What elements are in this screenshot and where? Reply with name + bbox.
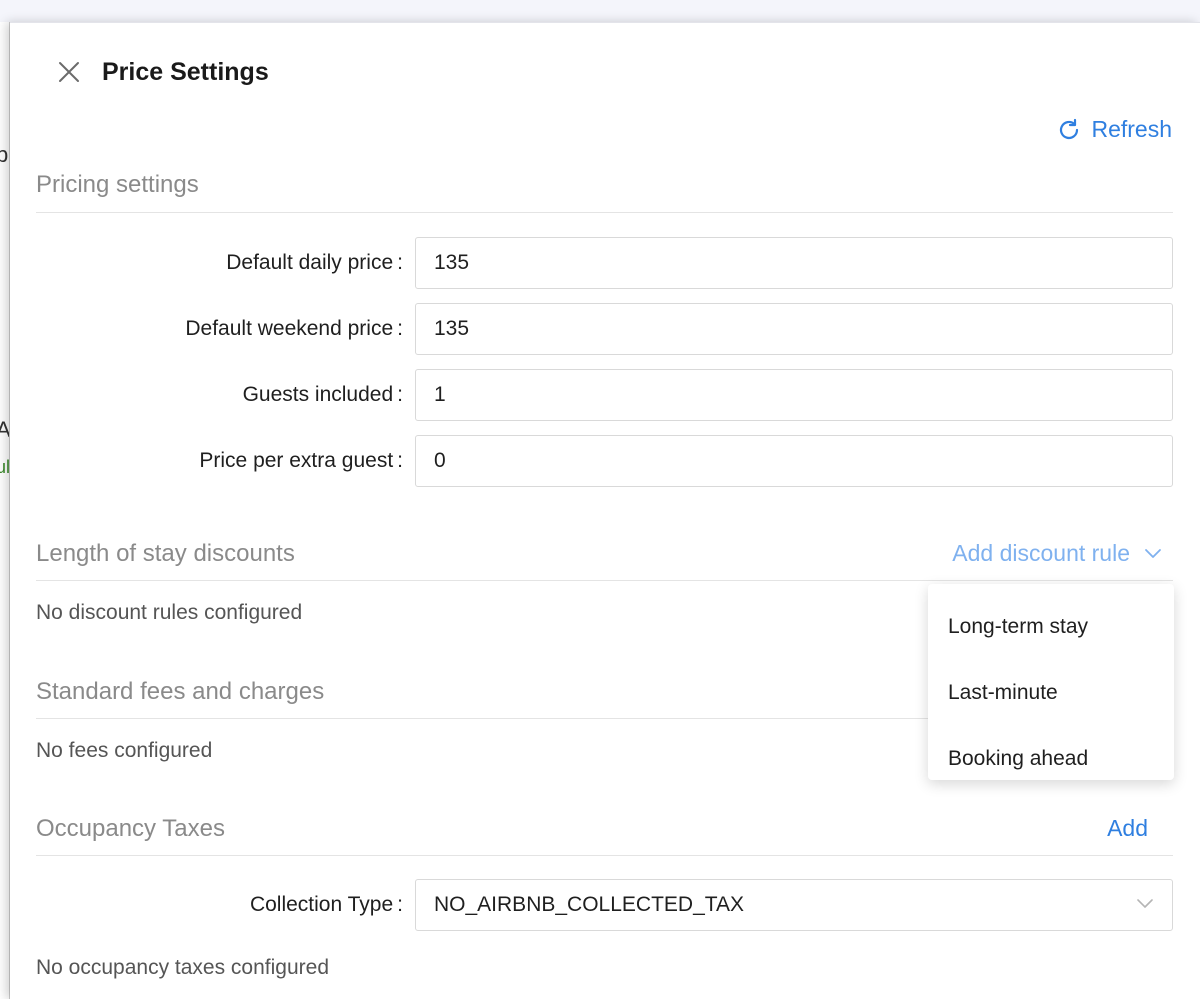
discounts-section-title: Length of stay discounts xyxy=(36,540,295,567)
field-label: Guests included: xyxy=(242,383,403,406)
divider xyxy=(36,212,1173,213)
menu-item-long-term-stay[interactable]: Long-term stay xyxy=(928,594,1174,660)
weekend-price-input[interactable]: 135 xyxy=(415,303,1173,355)
menu-item-last-minute[interactable]: Last-minute xyxy=(928,660,1174,726)
discounts-empty-text: No discount rules configured xyxy=(36,601,303,624)
close-icon xyxy=(59,62,79,82)
form-row-daily-price: Default daily price: 135 xyxy=(10,237,1200,289)
add-discount-rule-label: Add discount rule xyxy=(952,540,1130,566)
field-label: Default daily price: xyxy=(226,251,403,274)
add-tax-button[interactable]: Add xyxy=(1107,815,1148,842)
extra-guest-price-input[interactable]: 0 xyxy=(415,435,1173,487)
chevron-down-icon xyxy=(1145,548,1161,558)
field-label: Price per extra guest: xyxy=(199,449,403,472)
refresh-button[interactable]: Refresh xyxy=(1057,116,1172,143)
guests-included-input[interactable]: 1 xyxy=(415,369,1173,421)
chevron-down-icon xyxy=(1137,899,1153,908)
background-text: ul xyxy=(0,457,10,477)
daily-price-input[interactable]: 135 xyxy=(415,237,1173,289)
form-row-guests-included: Guests included: 1 xyxy=(10,369,1200,421)
background-page: p A ul xyxy=(0,22,10,999)
background-text: p xyxy=(0,142,8,168)
pricing-section-title: Pricing settings xyxy=(36,171,199,198)
add-discount-rule-button[interactable]: Add discount rule xyxy=(952,540,1162,567)
collection-type-select[interactable]: NO_AIRBNB_COLLECTED_TAX xyxy=(415,879,1173,931)
fees-empty-text: No fees configured xyxy=(36,739,213,762)
refresh-icon xyxy=(1060,118,1079,139)
fees-section-title: Standard fees and charges xyxy=(36,678,325,705)
refresh-label: Refresh xyxy=(1091,116,1172,142)
field-label: Collection Type: xyxy=(249,893,403,916)
collection-type-value: NO_AIRBNB_COLLECTED_TAX xyxy=(434,893,745,916)
form-row-extra-guest-price: Price per extra guest: 0 xyxy=(10,435,1200,487)
background-text: A xyxy=(0,417,9,443)
discount-rule-menu: Long-term stay Last-minute Booking ahead xyxy=(928,584,1174,780)
taxes-section-title: Occupancy Taxes xyxy=(36,815,225,842)
taxes-empty-text: No occupancy taxes configured xyxy=(36,956,330,979)
divider xyxy=(36,580,1173,581)
page-title: Price Settings xyxy=(102,58,269,86)
divider xyxy=(36,855,1173,856)
field-label: Default weekend price: xyxy=(185,317,403,340)
price-settings-drawer: Price Settings Refresh Pricing settings … xyxy=(10,22,1200,999)
close-button[interactable] xyxy=(52,55,86,89)
menu-item-booking-ahead[interactable]: Booking ahead xyxy=(928,726,1174,792)
form-row-weekend-price: Default weekend price: 135 xyxy=(10,303,1200,355)
drawer-header: Price Settings xyxy=(10,23,1200,118)
form-row-collection-type: Collection Type: NO_AIRBNB_COLLECTED_TAX xyxy=(10,879,1200,931)
